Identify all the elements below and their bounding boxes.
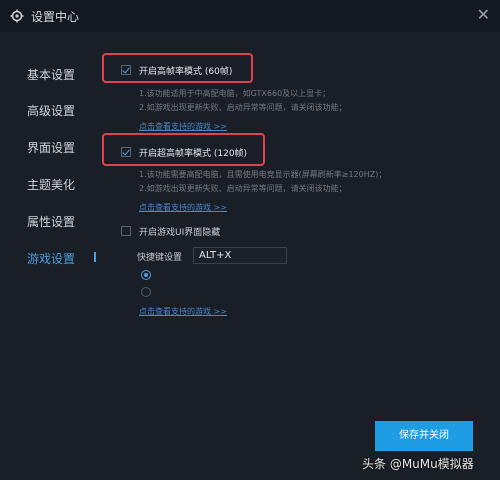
- fps120-supported-games-link[interactable]: 点击查看支持的游戏 >>: [139, 202, 227, 213]
- shortcut-input[interactable]: ALT+X: [193, 247, 287, 264]
- fps60-desc-2: 2.如游戏出现更新失败、启动异常等问题，请关闭该功能；: [139, 103, 347, 112]
- gear-icon: [10, 9, 24, 23]
- settings-window: 设置中心 ✕ 基本设置 高级设置 界面设置 主题美化 属性设置 游戏设置 开启高…: [0, 0, 500, 480]
- ui-hide-label: 开启游戏UI界面隐藏: [139, 228, 221, 238]
- sidebar-item-properties[interactable]: 属性设置: [27, 213, 75, 230]
- fps120-checkbox[interactable]: [121, 147, 131, 157]
- fps120-label: 开启超高帧率模式 (120帧): [139, 149, 248, 159]
- ui-hide-radio-1[interactable]: [141, 270, 151, 280]
- sidebar-item-basic[interactable]: 基本设置: [27, 66, 75, 83]
- close-icon[interactable]: ✕: [477, 5, 490, 25]
- game-settings-panel: 开启高帧率模式 (60帧) 1.该功能适用于中高配电脑，如GTX660及以上显卡…: [102, 32, 500, 480]
- fps60-supported-games-link[interactable]: 点击查看支持的游戏 >>: [139, 121, 227, 132]
- sidebar-item-interface[interactable]: 界面设置: [27, 139, 75, 156]
- sidebar-item-theme[interactable]: 主题美化: [27, 176, 75, 193]
- shortcut-label: 快捷键设置: [137, 253, 183, 263]
- ui-hide-supported-games-link[interactable]: 点击查看支持的游戏 >>: [139, 306, 227, 317]
- window-title: 设置中心: [31, 10, 80, 24]
- save-and-close-button[interactable]: 保存并关闭: [375, 421, 473, 451]
- fps120-desc-1: 1.该功能需要高配电脑，且需使用电竞显示器(屏幕刷新率≥120HZ)；: [139, 170, 387, 179]
- ui-hide-checkbox[interactable]: [121, 226, 131, 236]
- fps120-desc-2: 2.如游戏出现更新失败、启动异常等问题，请关闭该功能；: [139, 184, 347, 193]
- fps60-label: 开启高帧率模式 (60帧): [139, 67, 233, 77]
- title-bar: 设置中心 ✕: [0, 0, 500, 32]
- active-tab-indicator: [94, 252, 96, 262]
- sidebar-item-advanced[interactable]: 高级设置: [27, 102, 75, 119]
- ui-hide-radio-2[interactable]: [141, 287, 151, 297]
- watermark-text: 头条 @MuMu模拟器: [362, 457, 474, 471]
- sidebar: 基本设置 高级设置 界面设置 主题美化 属性设置 游戏设置: [0, 32, 100, 480]
- fps60-desc-1: 1.该功能适用于中高配电脑，如GTX660及以上显卡；: [139, 89, 331, 98]
- fps60-checkbox[interactable]: [121, 65, 131, 75]
- sidebar-item-game[interactable]: 游戏设置: [27, 250, 75, 267]
